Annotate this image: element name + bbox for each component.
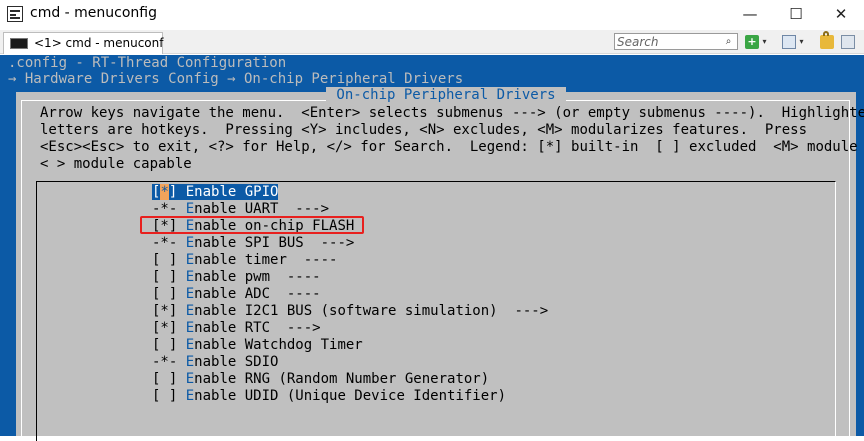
help-text-line: letters are hotkeys. Pressing <Y> includ…: [40, 122, 808, 138]
help-text-line: < > module capable: [40, 156, 192, 172]
menu-item-hotkey: E: [185, 286, 195, 302]
menu-item-label: nable UART --->: [194, 201, 330, 217]
window-title-bar: cmd - menuconfig — ☐ ✕: [0, 0, 864, 30]
maximize-button[interactable]: ☐: [773, 0, 819, 30]
tab-toolbar: <1> cmd - menuconf ⌕ + ▾ ▾: [0, 30, 864, 54]
menu-breadcrumb: → Hardware Drivers Config → On-chip Peri…: [8, 71, 464, 87]
menu-item-hotkey: E: [185, 269, 195, 285]
search-input[interactable]: [617, 35, 717, 48]
menu-item-hotkey: E: [185, 354, 195, 370]
menu-item-state: [ ]: [152, 388, 186, 404]
annotation-highlight-box: [140, 216, 364, 234]
menu-item-label: nable timer ----: [194, 252, 338, 268]
menu-item-label: nable GPIO: [194, 184, 279, 200]
add-tab-icon[interactable]: +: [745, 35, 759, 49]
lock-icon[interactable]: [820, 31, 834, 49]
menuconfig-dialog: On-chip Peripheral Drivers Arrow keys na…: [16, 87, 864, 441]
menu-item-state: -*-: [152, 354, 186, 370]
menu-item-label: nable Watchdog Timer: [194, 337, 363, 353]
menu-item-label: nable pwm ----: [194, 269, 321, 285]
menu-item-hotkey: E: [185, 235, 195, 251]
view-icon[interactable]: [782, 35, 796, 49]
menu-item-gpio[interactable]: [*] Enable GPIO: [152, 184, 279, 201]
menu-item-state: [ ]: [152, 286, 186, 302]
terminal-app-icon: [7, 6, 23, 22]
menu-item-adc[interactable]: [ ] Enable ADC ----: [152, 286, 321, 303]
menu-item-label: nable RNG (Random Number Generator): [194, 371, 490, 387]
menu-item-label: nable SPI BUS --->: [194, 235, 355, 251]
menu-item-hotkey: E: [185, 337, 195, 353]
menu-item-udid[interactable]: [ ] Enable UDID (Unique Device Identifie…: [152, 388, 506, 405]
menu-item-label: nable ADC ----: [194, 286, 321, 302]
menu-item-sdio[interactable]: -*- Enable SDIO: [152, 354, 278, 371]
grid-icon[interactable]: [841, 35, 855, 49]
help-text-line: <Esc><Esc> to exit, <?> for Help, </> fo…: [40, 139, 858, 155]
menu-item-hotkey: E: [185, 252, 195, 268]
menu-item-state: [ ]: [152, 337, 186, 353]
terminal-area[interactable]: .config - RT-Thread Configuration → Hard…: [0, 55, 864, 441]
window-title: cmd - menuconfig: [30, 5, 158, 21]
menu-item-label: nable UDID (Unique Device Identifier): [194, 388, 507, 404]
dialog-title: On-chip Peripheral Drivers: [326, 87, 567, 103]
console-icon: [10, 38, 28, 49]
menu-item-hotkey: E: [185, 371, 195, 387]
menu-item-hotkey: E: [185, 184, 195, 200]
menu-list: [*] Enable GPIO -*- Enable UART ---> [*]…: [36, 181, 836, 441]
menu-item-watchdog[interactable]: [ ] Enable Watchdog Timer: [152, 337, 363, 354]
search-box: ⌕: [614, 33, 738, 50]
menu-item-state: [*]: [152, 320, 186, 336]
minimize-button[interactable]: —: [727, 0, 773, 30]
menu-item-label: nable SDIO: [194, 354, 279, 370]
console-tab-label: <1> cmd - menuconf: [34, 36, 164, 50]
console-tab[interactable]: <1> cmd - menuconf: [3, 32, 163, 54]
menu-item-label: nable I2C1 BUS (software simulation) ---…: [194, 303, 549, 319]
menu-item-state: [ ]: [152, 371, 186, 387]
menu-item-state: -*-: [152, 235, 186, 251]
menu-item-state: -*-: [152, 201, 186, 217]
menu-item-i2c1-bus[interactable]: [*] Enable I2C1 BUS (software simulation…: [152, 303, 548, 320]
menu-item-bracket: ]: [168, 184, 186, 200]
menu-item-spi-bus[interactable]: -*- Enable SPI BUS --->: [152, 235, 354, 252]
add-tab-dropdown-icon[interactable]: ▾: [760, 35, 769, 49]
menu-item-timer[interactable]: [ ] Enable timer ----: [152, 252, 337, 269]
search-icon[interactable]: ⌕: [721, 35, 736, 48]
menu-item-state: [ ]: [152, 269, 186, 285]
menu-item-state: [ ]: [152, 252, 186, 268]
help-text-line: Arrow keys navigate the menu. <Enter> se…: [40, 105, 864, 121]
menu-item-state: [*]: [152, 303, 186, 319]
config-title: .config - RT-Thread Configuration: [8, 55, 287, 71]
menu-item-hotkey: E: [185, 388, 195, 404]
menu-item-hotkey: E: [185, 320, 195, 336]
menu-item-mark: *: [160, 184, 169, 200]
menu-item-hotkey: E: [185, 303, 195, 319]
menu-item-rtc[interactable]: [*] Enable RTC --->: [152, 320, 321, 337]
view-dropdown-icon[interactable]: ▾: [797, 35, 806, 49]
menu-item-hotkey: E: [185, 201, 195, 217]
menu-item-label: nable RTC --->: [194, 320, 321, 336]
close-button[interactable]: ✕: [818, 0, 864, 30]
menu-item-rng[interactable]: [ ] Enable RNG (Random Number Generator): [152, 371, 489, 388]
menu-item-pwm[interactable]: [ ] Enable pwm ----: [152, 269, 321, 286]
